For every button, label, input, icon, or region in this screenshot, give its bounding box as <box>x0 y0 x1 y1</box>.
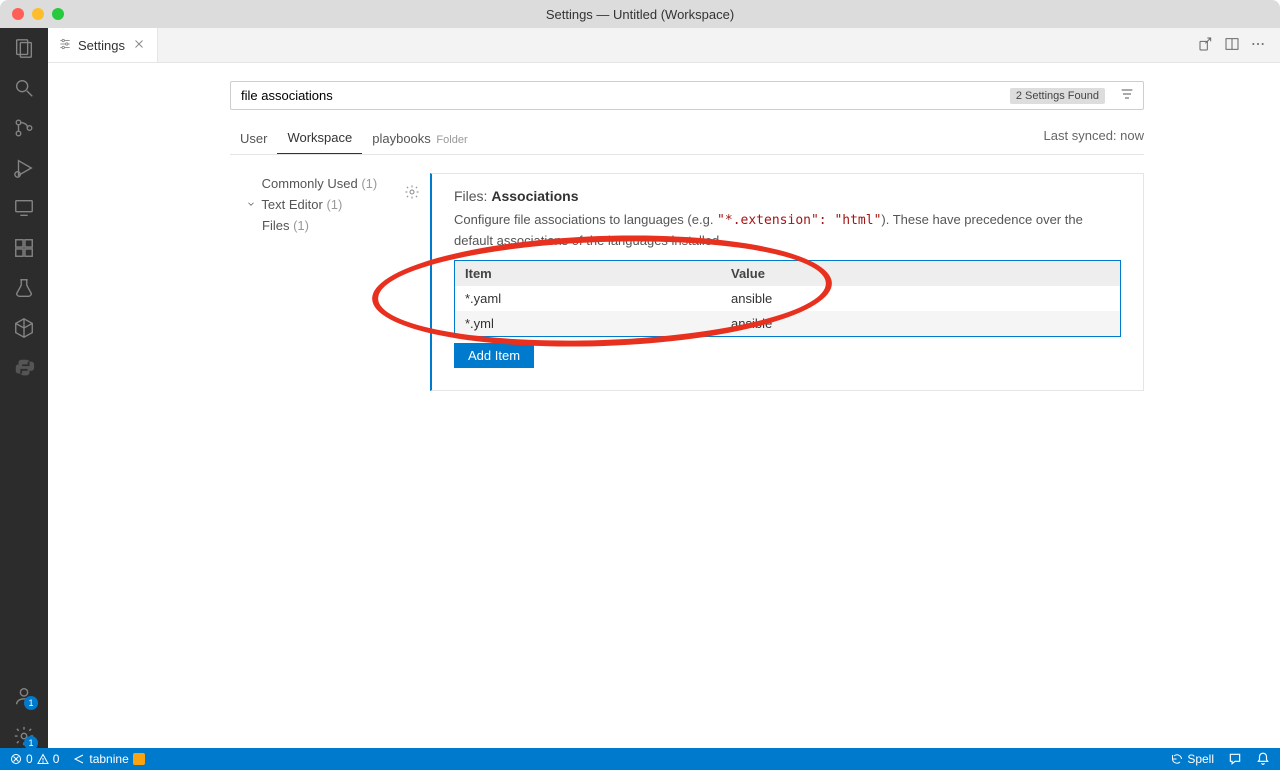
status-bar: 0 0 tabnine Spell <box>0 748 1280 770</box>
col-item: Item <box>455 261 721 286</box>
status-feedback-icon[interactable] <box>1228 752 1242 766</box>
scope-folder-sublabel: Folder <box>436 134 467 146</box>
close-window-button[interactable] <box>12 8 24 20</box>
tab-settings[interactable]: Settings <box>48 28 158 62</box>
editor-area: Settings 2 Settings Found User Wo <box>48 28 1280 748</box>
tree-files[interactable]: Files (1) <box>246 215 430 236</box>
tab-bar-actions <box>1198 36 1280 55</box>
chevron-down-icon <box>246 197 258 212</box>
setting-panel: Files: Associations Configure file assoc… <box>430 173 1144 391</box>
settings-found-badge: 2 Settings Found <box>1010 88 1105 104</box>
status-spell[interactable]: Spell <box>1171 752 1214 766</box>
associations-table: Item Value *.yaml ansible *.yml ansible <box>454 260 1121 337</box>
settings-search-row: 2 Settings Found <box>230 81 1144 110</box>
col-value: Value <box>721 261 1120 286</box>
settings-tab-icon <box>58 37 72 54</box>
minimize-window-button[interactable] <box>32 8 44 20</box>
more-actions-icon[interactable] <box>1250 36 1266 55</box>
settings-body: Commonly Used (1) Text Editor (1) Files … <box>48 173 1280 391</box>
setting-name-label: Associations <box>491 188 578 204</box>
status-bell-icon[interactable] <box>1256 752 1270 766</box>
tabnine-logo-icon <box>133 753 145 765</box>
settings-search-input[interactable] <box>231 82 1010 109</box>
settings-scope-row: User Workspace playbooks Folder Last syn… <box>230 124 1144 155</box>
table-row[interactable]: *.yaml ansible <box>455 286 1120 311</box>
setting-group-label: Files: <box>454 188 487 204</box>
search-icon[interactable] <box>12 76 36 100</box>
tree-commonly-used[interactable]: Commonly Used (1) <box>246 173 430 194</box>
setting-gear-icon[interactable] <box>404 184 420 203</box>
status-tabnine[interactable]: tabnine <box>73 752 144 766</box>
manage-gear-icon[interactable]: 1 <box>12 724 36 748</box>
open-settings-json-icon[interactable] <box>1198 36 1214 55</box>
table-row[interactable]: *.yml ansible <box>455 311 1120 336</box>
tree-text-editor[interactable]: Text Editor (1) <box>246 194 430 215</box>
setting-description: Configure file associations to languages… <box>454 210 1121 250</box>
accounts-icon[interactable]: 1 <box>12 684 36 708</box>
titlebar: Settings — Untitled (Workspace) <box>0 0 1280 28</box>
scope-folder-label: playbooks <box>372 131 431 146</box>
last-synced-label[interactable]: Last synced: now <box>1044 128 1144 151</box>
setting-desc-code: "*.extension": "html" <box>717 213 881 228</box>
accounts-badge: 1 <box>24 696 38 710</box>
activity-bar: 1 1 <box>0 28 48 748</box>
zoom-window-button[interactable] <box>52 8 64 20</box>
explorer-icon[interactable] <box>12 36 36 60</box>
tab-bar: Settings <box>48 28 1280 63</box>
status-problems[interactable]: 0 0 <box>10 752 59 766</box>
app-window: Settings — Untitled (Workspace) 1 1 Sett… <box>0 0 1280 770</box>
cube-icon[interactable] <box>12 316 36 340</box>
setting-heading: Files: Associations <box>454 188 1121 204</box>
close-tab-icon[interactable] <box>131 36 147 55</box>
scope-workspace-tab[interactable]: Workspace <box>277 124 362 154</box>
settings-tree: Commonly Used (1) Text Editor (1) Files … <box>230 173 430 391</box>
python-icon[interactable] <box>12 356 36 380</box>
main-area: 1 1 Settings 2 Settings <box>0 28 1280 748</box>
settings-content: 2 Settings Found User Workspace playbook… <box>48 63 1280 748</box>
table-header: Item Value <box>455 261 1120 286</box>
manage-badge: 1 <box>24 736 38 750</box>
scope-user-tab[interactable]: User <box>230 125 277 154</box>
run-debug-icon[interactable] <box>12 156 36 180</box>
testing-icon[interactable] <box>12 276 36 300</box>
tab-label: Settings <box>78 38 125 53</box>
add-item-button[interactable]: Add Item <box>454 343 534 368</box>
window-controls <box>0 8 64 20</box>
remote-explorer-icon[interactable] <box>12 196 36 220</box>
window-title: Settings — Untitled (Workspace) <box>546 7 734 22</box>
extensions-icon[interactable] <box>12 236 36 260</box>
split-editor-icon[interactable] <box>1224 36 1240 55</box>
source-control-icon[interactable] <box>12 116 36 140</box>
scope-folder-tab[interactable]: playbooks Folder <box>362 125 477 154</box>
settings-filter-icon[interactable] <box>1111 86 1143 105</box>
